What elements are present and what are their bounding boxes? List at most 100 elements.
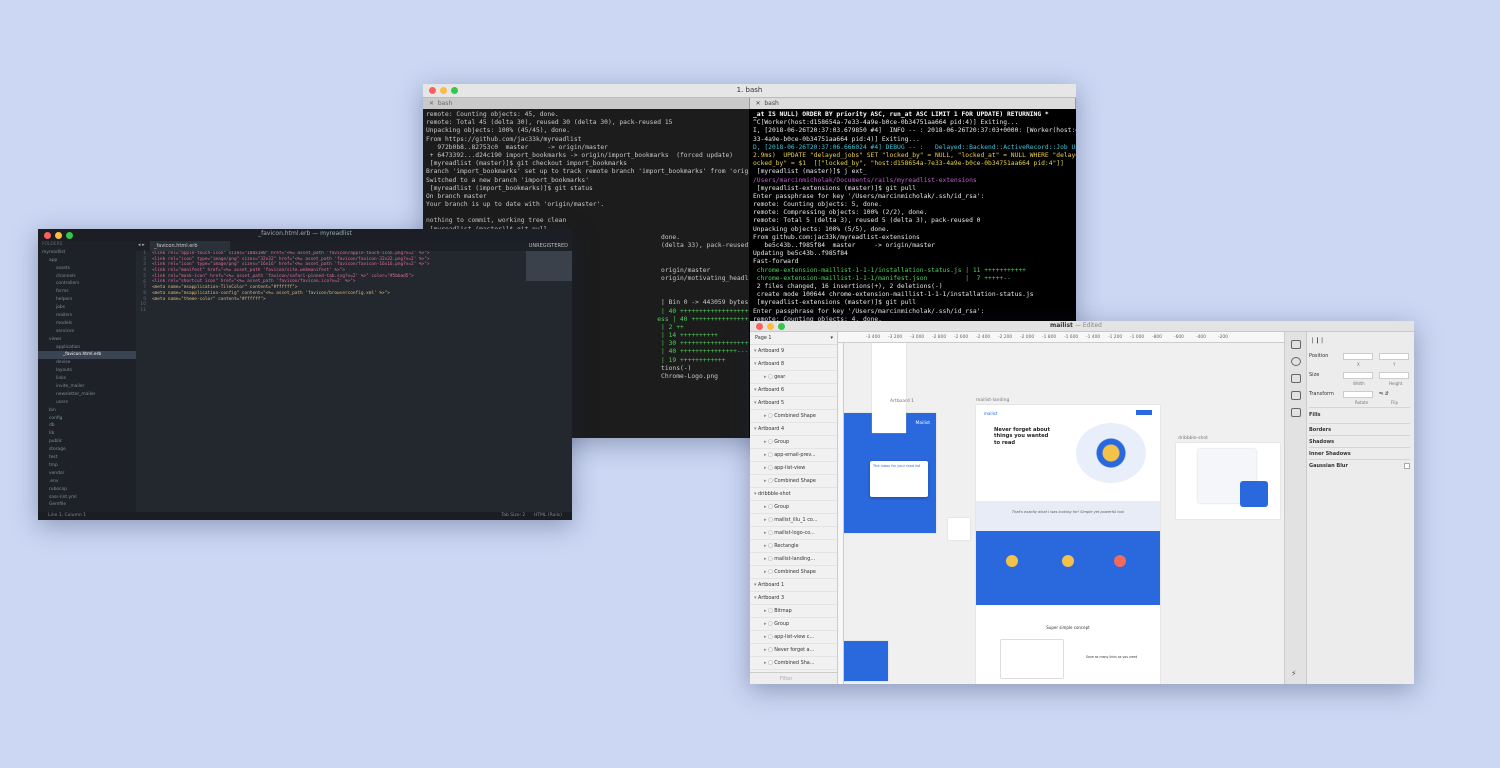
position-y-input[interactable] — [1379, 352, 1409, 360]
file-tree-item[interactable]: app — [38, 257, 136, 265]
share-icon[interactable] — [1290, 340, 1301, 349]
flip-icon[interactable]: ⇋ ⇵ — [1379, 391, 1389, 397]
file-tree-item[interactable]: views — [38, 336, 136, 344]
rotate-input[interactable] — [1343, 390, 1373, 398]
layer-item[interactable]: ▸ ▢ Group — [750, 436, 837, 449]
file-tree-item[interactable]: Gemfile — [38, 501, 136, 509]
file-tree-item[interactable]: test — [38, 454, 136, 462]
layer-item[interactable]: ▸ ▢ mailist-landing... — [750, 553, 837, 566]
file-tree-item[interactable]: forms — [38, 288, 136, 296]
borders-section[interactable]: Borders — [1309, 424, 1410, 436]
artboard-item[interactable]: ▾ dribbble-shot — [750, 488, 837, 501]
artboard-dribbble-shot[interactable] — [1176, 443, 1280, 519]
artboard-item[interactable]: ▾ Artboard 8 — [750, 358, 837, 371]
file-tree-item[interactable]: mailers — [38, 312, 136, 320]
align-center-icon[interactable]: ┃ — [1316, 338, 1319, 344]
file-tree-item[interactable]: jobs — [38, 304, 136, 312]
width-input[interactable] — [1343, 371, 1373, 379]
file-tree-item[interactable]: db — [38, 422, 136, 430]
position-x-input[interactable] — [1343, 352, 1373, 360]
layer-item[interactable]: ▸ ▢ mailist-logo-co... — [750, 527, 837, 540]
file-tree-item[interactable]: myreadlist — [38, 249, 136, 257]
gaussian-blur-checkbox[interactable] — [1404, 463, 1410, 469]
shadows-section[interactable]: Shadows — [1309, 436, 1410, 448]
zoom-icon[interactable] — [778, 322, 785, 330]
layer-item[interactable]: ▸ ▢ app-email-prev... — [750, 449, 837, 462]
layer-item[interactable]: ▸ ▢ Bitmap — [750, 605, 837, 618]
minimize-icon[interactable] — [767, 322, 774, 330]
height-input[interactable] — [1379, 371, 1409, 379]
file-tree-item[interactable]: tmp — [38, 462, 136, 470]
layout-icon[interactable] — [1290, 374, 1301, 383]
layer-filter-input[interactable]: Filter — [750, 672, 837, 684]
close-icon[interactable] — [756, 322, 763, 330]
sketch-window: mailist — Edited Page 1 ▾ ▾ Artboard 9 ▾ … — [750, 321, 1414, 684]
file-tree-item[interactable]: rubocop — [38, 486, 136, 494]
artboard-1[interactable] — [872, 343, 906, 433]
file-tree-item[interactable]: sass-lint.yml — [38, 494, 136, 502]
file-tree-item[interactable]: layouts — [38, 367, 136, 375]
file-tree-item[interactable]: bin — [38, 407, 136, 415]
artboard-item[interactable]: ▾ Artboard 6 — [750, 384, 837, 397]
file-tree-item[interactable]: controllers — [38, 280, 136, 288]
artboard-small[interactable] — [948, 518, 970, 540]
layer-item[interactable]: ▸ ▢ Group — [750, 618, 837, 631]
layer-item[interactable]: ▸ ▢ mailist_illu_1 co... — [750, 514, 837, 527]
file-tree-item[interactable]: newsletter_mailer — [38, 391, 136, 399]
tab-nav-icon[interactable]: ◂ ▸ — [138, 242, 145, 248]
file-tree-item[interactable]: channels — [38, 273, 136, 281]
align-left-icon[interactable]: ▕ — [1309, 338, 1313, 344]
sync-icon[interactable] — [1290, 357, 1301, 366]
file-tree-item[interactable]: devise — [38, 359, 136, 367]
editor-tab[interactable]: _favicon.html.erb — [150, 241, 230, 251]
layer-item[interactable]: ▸ ▢ app-list-view c... — [750, 631, 837, 644]
sketch-canvas[interactable]: Mailist The inbox for your read list Art… — [844, 343, 1284, 684]
layer-item[interactable]: ▸ ▢ app-list-view — [750, 462, 837, 475]
layer-item[interactable]: ▸ ▢ Combined Shape — [750, 475, 837, 488]
landing-cta-button[interactable] — [1136, 410, 1152, 415]
file-tree-item[interactable]: assets — [38, 265, 136, 273]
artboard-blue[interactable] — [844, 641, 888, 681]
file-tree-item[interactable]: models — [38, 320, 136, 328]
file-tree-item[interactable]: links — [38, 375, 136, 383]
layer-item[interactable]: ▸ ▢ Never forget a... — [750, 644, 837, 657]
file-tree-item[interactable]: application — [38, 344, 136, 352]
pane-tab-left[interactable]: ✕ bash — [423, 98, 750, 109]
file-tree-item[interactable]: lib — [38, 430, 136, 438]
file-tree-item[interactable]: users — [38, 399, 136, 407]
fills-section[interactable]: Fills — [1309, 412, 1410, 424]
artboard-mailist-landing[interactable]: mailist Never forget about things you wa… — [976, 405, 1160, 684]
layer-item[interactable]: ▸ ▢ Combined Sha... — [750, 657, 837, 670]
artboard-item[interactable]: ▾ Artboard 9 — [750, 345, 837, 358]
layer-item[interactable]: ▸ ▢ Rectangle — [750, 540, 837, 553]
artboard-item[interactable]: ▾ Artboard 5 — [750, 397, 837, 410]
lightning-icon[interactable]: ⚡ — [1291, 669, 1297, 678]
file-tree-item[interactable]: .env — [38, 478, 136, 486]
file-tree-item[interactable]: invite_mailer — [38, 383, 136, 391]
status-syntax[interactable]: HTML (Rails) — [534, 513, 562, 518]
file-tree-item[interactable]: storage — [38, 446, 136, 454]
file-tree-item[interactable]: config — [38, 415, 136, 423]
file-tree-item[interactable]: services — [38, 328, 136, 336]
file-tree-item[interactable]: vendor — [38, 470, 136, 478]
file-tree-item[interactable]: helpers — [38, 296, 136, 304]
layer-item[interactable]: ▸ ▢ gear — [750, 371, 837, 384]
page-selector[interactable]: Page 1 ▾ — [750, 332, 837, 345]
artboard-item[interactable]: ▾ Artboard 4 — [750, 423, 837, 436]
pane-tab-right[interactable]: ✕ bash — [749, 98, 1076, 109]
align-right-icon[interactable]: ▏ — [1322, 338, 1326, 344]
code-area[interactable]: <link rel="apple-touch-icon" sizes="180x… — [152, 251, 524, 512]
file-tree-item[interactable]: _favicon.html.erb — [38, 351, 136, 360]
status-tab-size[interactable]: Tab Size: 2 — [501, 513, 525, 518]
export-icon[interactable] — [1290, 408, 1301, 417]
layer-item[interactable]: ▸ ▢ Combined Shape — [750, 566, 837, 579]
minimap[interactable] — [526, 251, 572, 281]
layer-item[interactable]: ▸ ▢ Group — [750, 501, 837, 514]
file-tree-item[interactable]: public — [38, 438, 136, 446]
inner-shadows-section[interactable]: Inner Shadows — [1309, 448, 1410, 460]
layer-item[interactable]: ▸ ▢ Combined Shape — [750, 410, 837, 423]
artboard-item[interactable]: ▾ Artboard 1 — [750, 579, 837, 592]
resize-icon[interactable] — [1290, 391, 1301, 400]
artboard-item[interactable]: ▾ Artboard 3 — [750, 592, 837, 605]
gaussian-blur-section[interactable]: Gaussian Blur — [1309, 460, 1410, 472]
